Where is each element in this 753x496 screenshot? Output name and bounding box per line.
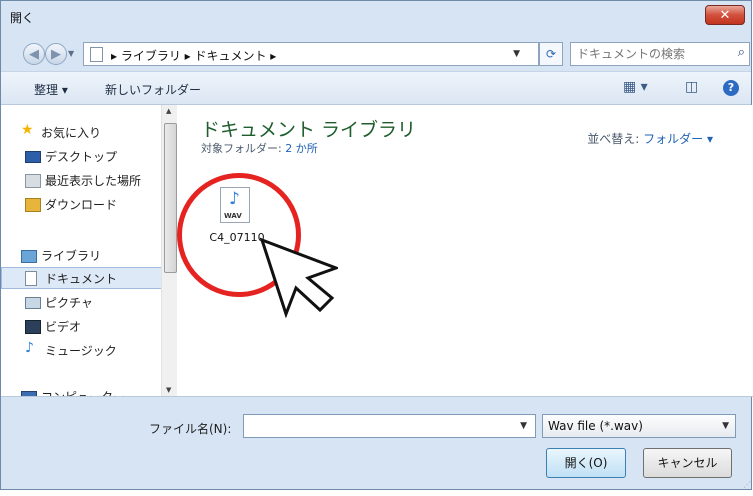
filetype-value: Wav file (*.wav): [548, 419, 643, 433]
address-bar-row: ◀ ▶ ▼ ▸ ライブラリ ▸ ドキュメント ▸ ▼ ⟳ ⌕: [1, 34, 751, 68]
preview-pane-icon[interactable]: ◫: [685, 79, 698, 95]
nav-item-recent-places[interactable]: 最近表示した場所: [1, 169, 173, 191]
content-pane: ★ お気に入り デスクトップ 最近表示した場所 ダウンロード ライブラリ ドキュ…: [1, 105, 753, 397]
open-button[interactable]: 開く(O): [546, 448, 626, 478]
documents-icon: [25, 271, 37, 286]
search-icon[interactable]: ⌕: [738, 45, 745, 60]
nav-item-label: コンピューター: [41, 388, 125, 396]
recent-pages-dropdown[interactable]: ▼: [68, 49, 74, 58]
recent-places-icon: [25, 174, 41, 188]
nav-item-music[interactable]: ♪ ミュージック: [1, 339, 173, 361]
nav-item-pictures[interactable]: ピクチャ: [1, 291, 173, 313]
forward-button[interactable]: ▶: [45, 43, 67, 65]
filename-input[interactable]: [247, 418, 507, 434]
refresh-icon: ⟳: [545, 47, 557, 61]
music-note-icon: ♪: [25, 340, 34, 356]
navigation-scrollbar[interactable]: ▲ ▼: [161, 105, 177, 396]
star-icon: ★: [21, 122, 34, 138]
command-toolbar: 整理 ▾ 新しいフォルダー ▦ ▾ ◫ ?: [1, 71, 751, 105]
library-title: ドキュメント ライブラリ: [201, 119, 417, 141]
nav-item-label: ライブラリ: [41, 249, 102, 263]
address-bar[interactable]: ▸ ライブラリ ▸ ドキュメント ▸ ▼: [83, 42, 539, 66]
navigation-pane: ★ お気に入り デスクトップ 最近表示した場所 ダウンロード ライブラリ ドキュ…: [1, 105, 177, 396]
filename-label: ファイル名(N):: [149, 422, 232, 436]
nav-item-libraries[interactable]: ライブラリ: [1, 244, 173, 266]
nav-item-label: デスクトップ: [45, 150, 118, 164]
resize-grip-icon[interactable]: ⋰: [743, 480, 751, 489]
close-button[interactable]: ✕: [705, 5, 745, 25]
breadcrumb[interactable]: ▸ ライブラリ ▸ ドキュメント ▸: [111, 47, 276, 64]
help-icon[interactable]: ?: [723, 80, 739, 96]
target-folder-link[interactable]: 2 か所: [285, 142, 318, 155]
scroll-down-arrow-icon[interactable]: ▼: [166, 386, 171, 394]
nav-item-label: ビデオ: [45, 320, 82, 334]
nav-item-documents[interactable]: ドキュメント: [1, 267, 173, 289]
desktop-icon: [25, 151, 41, 163]
nav-item-downloads[interactable]: ダウンロード: [1, 193, 173, 215]
dialog-footer: ファイル名(N): ▼ Wav file (*.wav) ▼ 開く(O) キャン…: [1, 397, 753, 491]
downloads-folder-icon: [25, 198, 41, 212]
libraries-icon: [21, 250, 37, 263]
search-input[interactable]: [577, 46, 717, 62]
open-file-dialog: 開く ✕ ◀ ▶ ▼ ▸ ライブラリ ▸ ドキュメント ▸ ▼ ⟳ ⌕ 整理 ▾…: [0, 0, 753, 491]
computer-icon: [21, 391, 37, 396]
filetype-select[interactable]: Wav file (*.wav) ▼: [542, 414, 736, 438]
nav-item-favorites[interactable]: ★ お気に入り: [1, 121, 173, 143]
nav-item-videos[interactable]: ビデオ: [1, 315, 173, 337]
nav-item-label: ダウンロード: [45, 198, 118, 212]
view-options-icon[interactable]: ▦ ▾: [623, 79, 648, 95]
organize-button[interactable]: 整理 ▾: [34, 81, 68, 98]
videos-icon: [25, 320, 41, 334]
library-locations: 対象フォルダー: 2 か所: [201, 140, 318, 156]
scrollbar-thumb[interactable]: [164, 123, 177, 273]
nav-item-label: ドキュメント: [45, 272, 118, 286]
pointer-cursor-icon: [259, 237, 338, 318]
nav-item-label: お気に入り: [41, 126, 102, 140]
nav-item-computer[interactable]: コンピューター: [1, 385, 173, 396]
sort-label: 並べ替え:: [587, 132, 640, 146]
scroll-up-arrow-icon[interactable]: ▲: [166, 107, 171, 115]
nav-item-desktop[interactable]: デスクトップ: [1, 145, 173, 167]
target-folder-label: 対象フォルダー:: [201, 142, 282, 155]
nav-item-label: ミュージック: [45, 344, 117, 358]
filetype-dropdown-icon[interactable]: ▼: [722, 421, 729, 431]
sort-dropdown[interactable]: フォルダー ▾: [643, 132, 713, 146]
forward-arrow-icon: ▶: [51, 47, 61, 62]
sort-control: 並べ替え: フォルダー ▾: [587, 130, 713, 147]
refresh-button[interactable]: ⟳: [539, 42, 563, 66]
address-dropdown-icon[interactable]: ▼: [513, 49, 520, 59]
folder-page-icon: [90, 47, 103, 62]
filename-dropdown-icon[interactable]: ▼: [520, 421, 527, 431]
window-title: 開く: [10, 11, 35, 25]
nav-item-label: ピクチャ: [45, 296, 93, 310]
back-arrow-icon: ◀: [29, 47, 39, 62]
search-box[interactable]: ⌕: [570, 42, 750, 66]
nav-item-label: 最近表示した場所: [45, 174, 142, 188]
pictures-icon: [25, 297, 41, 309]
back-button[interactable]: ◀: [23, 43, 45, 65]
cancel-button[interactable]: キャンセル: [643, 448, 732, 478]
filename-combo[interactable]: ▼: [243, 414, 536, 438]
title-bar: 開く ✕: [1, 1, 751, 31]
new-folder-button[interactable]: 新しいフォルダー: [105, 81, 201, 98]
